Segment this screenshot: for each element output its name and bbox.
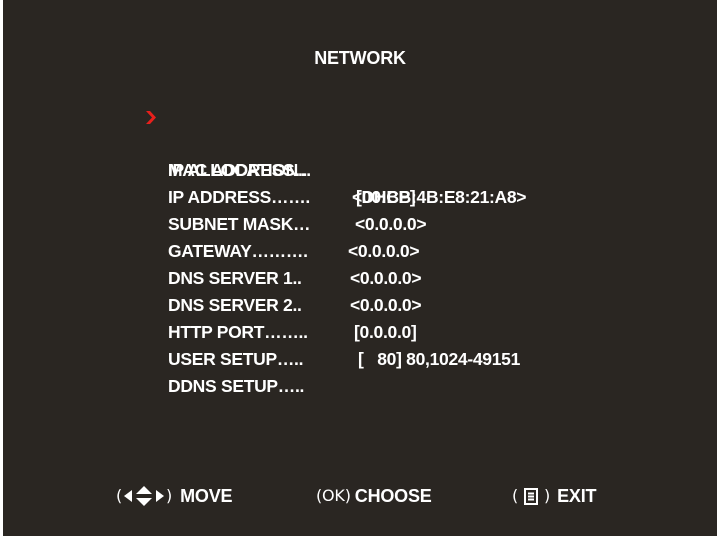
menu-item-ip-allocation[interactable]: IP ALLOCATION.. [DHCP] (3, 130, 717, 207)
left-arrow-icon (124, 490, 133, 502)
menu-item-subnet-mask[interactable]: SUBNET MASK… <0.0.0.0> (3, 184, 717, 261)
menu-item-dns-server-1[interactable]: DNS SERVER 1.. <0.0.0.0> (3, 238, 717, 315)
move-label: MOVE (180, 486, 233, 506)
choose-hint: (OK) CHOOSE (316, 482, 432, 510)
menu-item-label: DDNS SETUP….. (168, 376, 305, 396)
exit-label: EXIT (557, 486, 597, 506)
selection-cursor-icon (146, 111, 156, 124)
ok-key-label: (OK) (316, 486, 351, 505)
osd-screen: NETWORK MAC ADDRESS… <00:BB:4B:E8:21:A8>… (3, 0, 717, 536)
menu-item-mac-address[interactable]: MAC ADDRESS… <00:BB:4B:E8:21:A8> (3, 103, 717, 207)
menu-item-user-setup[interactable]: USER SETUP….. (3, 319, 717, 369)
menu-icon (524, 487, 539, 505)
page-title: NETWORK (314, 48, 406, 68)
menu-item-ip-address[interactable]: IP ADDRESS……. <0.0.0.0> (3, 157, 717, 234)
menu-item-ddns-setup[interactable]: DDNS SETUP….. (3, 346, 717, 396)
choose-label: CHOOSE (354, 486, 432, 506)
network-menu: MAC ADDRESS… <00:BB:4B:E8:21:A8> IP ALLO… (3, 103, 717, 396)
right-arrow-icon (156, 490, 165, 502)
key-hint-bar: ( ) MOVE (OK) CHOOSE ( ) EXIT (3, 482, 717, 510)
menu-item-gateway[interactable]: GATEWAY………. <0.0.0.0> (3, 211, 717, 288)
menu-item-dns-server-2[interactable]: DNS SERVER 2.. [0.0.0.0] (3, 265, 717, 342)
move-hint: ( ) MOVE (116, 482, 233, 510)
exit-hint: ( ) EXIT (512, 482, 597, 510)
nav-arrows (124, 486, 165, 506)
up-down-arrow-icon (136, 486, 153, 506)
menu-item-http-port[interactable]: HTTP PORT…….. [ 80] 80,1024-49151 (3, 292, 717, 369)
